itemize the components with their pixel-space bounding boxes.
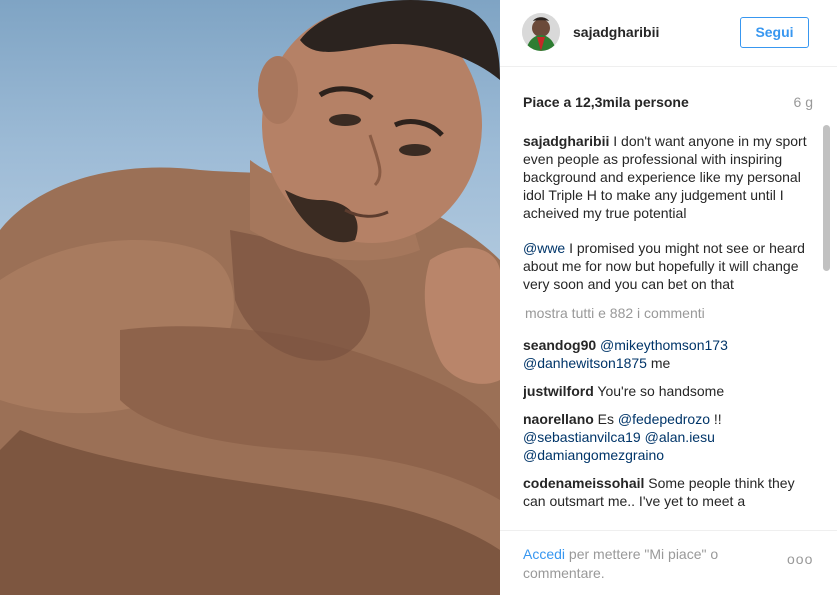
post-age[interactable]: 6 g	[794, 94, 813, 110]
caption: sajadgharibii I don't want anyone in my …	[523, 132, 813, 222]
post-photo[interactable]	[0, 0, 500, 595]
mention-link[interactable]: @alan.iesu	[645, 429, 715, 445]
comment-username[interactable]: justwilford	[523, 383, 594, 399]
mention-link[interactable]: @wwe	[523, 240, 565, 256]
caption-text-2: I promised you might not see or heard ab…	[523, 240, 805, 292]
mention-link[interactable]: @fedepedrozo	[618, 411, 710, 427]
comment-text: You're so handsome	[593, 383, 725, 399]
post-footer: Accedi per mettere "Mi piace" o commenta…	[500, 530, 837, 596]
scrollbar-thumb[interactable]	[823, 125, 830, 271]
comment-username[interactable]: seandog90	[523, 337, 596, 353]
caption-continued: @wwe I promised you might not see or hea…	[523, 239, 813, 293]
comment: seandog90 @mikeythomson173 @danhewitson1…	[523, 336, 813, 372]
comment: naorellano Es @fedepedrozo !! @sebastian…	[523, 410, 813, 464]
comments-scrollbar[interactable]	[823, 125, 830, 527]
mention-link[interactable]: @mikeythomson173	[600, 337, 728, 353]
avatar[interactable]	[522, 13, 560, 51]
comments-list: sajadgharibii I don't want anyone in my …	[523, 132, 813, 527]
likes-count[interactable]: Piace a 12,3mila persone	[523, 94, 689, 110]
mention-link[interactable]: @sebastianvilca19	[523, 429, 641, 445]
likes-row: Piace a 12,3mila persone 6 g	[523, 94, 813, 110]
comment: justwilford You're so handsome	[523, 382, 813, 400]
comment: codenameissohail Some people think they …	[523, 474, 813, 510]
comment-username[interactable]: codenameissohail	[523, 475, 644, 491]
post-image	[0, 0, 500, 595]
username[interactable]: sajadgharibii	[573, 24, 659, 40]
more-options-icon[interactable]: ooo	[787, 551, 813, 567]
comment-username[interactable]: naorellano	[523, 411, 594, 427]
show-all-comments-link[interactable]: mostra tutti e 882 i commenti	[525, 304, 813, 322]
login-link[interactable]: Accedi	[523, 546, 565, 562]
comment-text: !!	[709, 411, 722, 427]
mention-link[interactable]: @danhewitson1875	[523, 355, 647, 371]
comment-text: me	[646, 355, 671, 371]
mention-link[interactable]: @damiangomezgraino	[523, 447, 664, 463]
post-sidebar: sajadgharibii Segui Piace a 12,3mila per…	[500, 0, 837, 595]
comment-text: Es	[593, 411, 618, 427]
avatar-image	[522, 13, 560, 51]
post-header: sajadgharibii Segui	[500, 0, 837, 67]
follow-button[interactable]: Segui	[740, 17, 809, 48]
caption-username[interactable]: sajadgharibii	[523, 133, 609, 149]
login-prompt: Accedi per mettere "Mi piace" o commenta…	[523, 545, 773, 583]
